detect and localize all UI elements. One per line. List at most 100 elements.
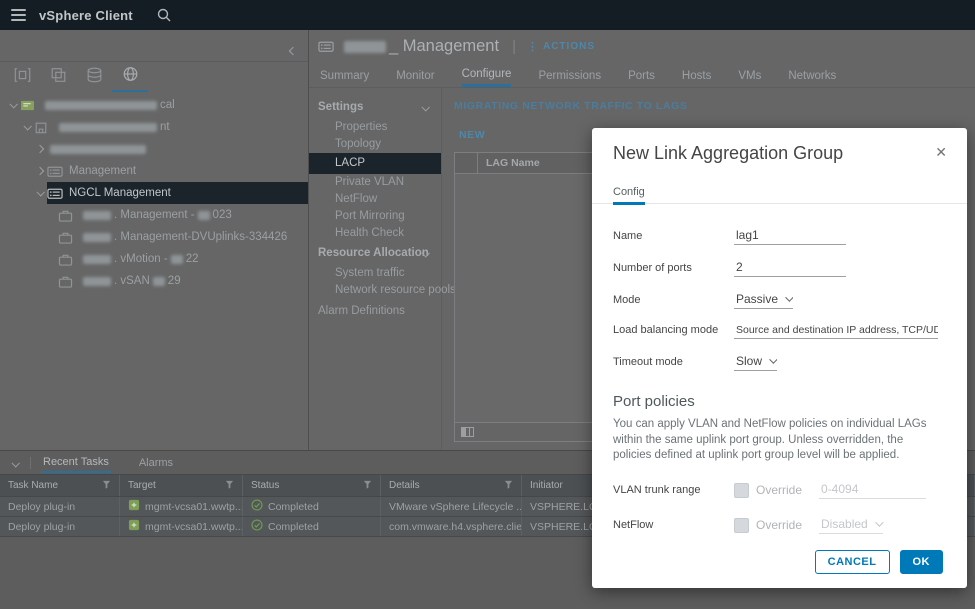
- nav-tab-hosts-and-clusters[interactable]: [4, 62, 40, 92]
- redacted-text: [50, 145, 146, 154]
- name-input[interactable]: lag1: [734, 228, 846, 245]
- override-checkbox[interactable]: [734, 518, 749, 533]
- redacted-text: [59, 123, 157, 132]
- filter-icon[interactable]: [504, 480, 513, 492]
- override-checkbox[interactable]: [734, 483, 749, 498]
- ok-button[interactable]: OK: [900, 550, 944, 574]
- netflow-select[interactable]: Disabled: [819, 517, 883, 534]
- field-label: Load balancing mode: [613, 324, 734, 336]
- dialog-footer: CANCEL OK: [815, 550, 943, 574]
- tab-recent-tasks[interactable]: Recent Tasks: [41, 452, 111, 473]
- chevron-down-icon[interactable]: [6, 102, 20, 108]
- settings-menu-settings[interactable]: Settings: [309, 96, 441, 119]
- settings-menu-topology[interactable]: Topology: [309, 136, 441, 153]
- filter-icon[interactable]: [225, 480, 234, 492]
- collapse-panel-icon[interactable]: [290, 41, 296, 59]
- settings-menu-private-vlan[interactable]: Private VLAN: [309, 174, 441, 191]
- tab-config[interactable]: Config: [613, 186, 645, 205]
- column-header-status[interactable]: Status: [243, 475, 381, 496]
- column-header-target[interactable]: Target: [120, 475, 243, 496]
- redacted-text: [83, 233, 111, 242]
- settings-menu-system-traffic[interactable]: System traffic: [309, 265, 441, 282]
- filter-icon[interactable]: [363, 480, 372, 492]
- tree-item-label: Management: [69, 165, 136, 177]
- lag-name-column-header[interactable]: LAG Name: [478, 153, 540, 173]
- tree-item[interactable]: . vMotion - 22: [0, 248, 308, 270]
- settings-menu-alarm-definitions[interactable]: Alarm Definitions: [309, 303, 441, 320]
- load-balancing-mode-select[interactable]: Source and destination IP address, TCP/U…: [734, 324, 938, 339]
- vms-and-templates-icon: [49, 66, 68, 89]
- migrating-traffic-link[interactable]: MIGRATING NETWORK TRAFFIC TO LAGS: [454, 100, 964, 112]
- tab-hosts[interactable]: Hosts: [682, 63, 711, 87]
- settings-menu-lacp[interactable]: LACP: [309, 153, 441, 174]
- redacted-text: [171, 255, 183, 264]
- tab-permissions[interactable]: Permissions: [538, 63, 601, 87]
- completed-icon: [251, 519, 263, 534]
- column-header-details[interactable]: Details: [381, 475, 522, 496]
- new-lag-dialog: New Link Aggregation Group ✕ Config Name…: [592, 128, 967, 588]
- tab-networks[interactable]: Networks: [788, 63, 836, 87]
- select-all-column[interactable]: [455, 153, 478, 173]
- new-lag-button[interactable]: NEW: [459, 129, 485, 141]
- tab-ports[interactable]: Ports: [628, 63, 655, 87]
- tab-monitor[interactable]: Monitor: [396, 63, 434, 87]
- object-navigator: calntManagementNGCL Management. Manageme…: [0, 30, 309, 450]
- tree-item[interactable]: [0, 138, 308, 160]
- settings-menu-netflow[interactable]: NetFlow: [309, 191, 441, 208]
- tab-alarms[interactable]: Alarms: [137, 453, 175, 472]
- mode-select[interactable]: Passive: [734, 292, 793, 309]
- nav-tab-vms-and-templates[interactable]: [40, 62, 76, 92]
- tree-item[interactable]: . Management-DVUplinks-334426: [0, 226, 308, 248]
- task-cell: Deploy plug-in: [0, 497, 120, 516]
- plugin-icon: [128, 499, 140, 514]
- tree-item[interactable]: . Management - 023: [0, 204, 308, 226]
- hamburger-menu-icon[interactable]: [11, 9, 26, 21]
- chevron-right-icon[interactable]: [33, 146, 47, 152]
- vlan-trunk-range-input[interactable]: 0-4094: [819, 482, 926, 499]
- collapse-pane-icon[interactable]: [12, 454, 18, 472]
- task-cell: VMware vSphere Lifecycle ...: [381, 497, 522, 516]
- tree-item-label: . Management-DVUplinks-334426: [114, 231, 287, 243]
- dialog-field-number-of-ports: Number of ports2: [613, 260, 943, 277]
- chevron-right-icon[interactable]: [33, 168, 47, 174]
- tree-item[interactable]: Management: [0, 160, 308, 182]
- tree-item[interactable]: . vSAN 29: [0, 270, 308, 292]
- storage-icon: [85, 66, 104, 89]
- settings-menu-port-mirroring[interactable]: Port Mirroring: [309, 208, 441, 225]
- field-label: Number of ports: [613, 262, 734, 274]
- search-icon[interactable]: [157, 8, 171, 22]
- actions-button[interactable]: ⋮ ACTIONS: [527, 40, 595, 53]
- object-tabs: Summary Monitor Configure Permissions Ports H…: [309, 63, 975, 88]
- app-title: vSphere Client: [39, 8, 133, 23]
- hosts-and-clusters-icon: [13, 66, 32, 89]
- override-label: Override: [756, 483, 802, 497]
- nav-tab-storage[interactable]: [76, 62, 112, 92]
- close-icon[interactable]: ✕: [935, 143, 947, 161]
- column-header-task-name[interactable]: Task Name: [0, 475, 120, 496]
- dialog-tab-bar: Config: [592, 182, 967, 204]
- filter-icon[interactable]: [102, 480, 111, 492]
- kebab-icon: ⋮: [527, 40, 539, 53]
- field-label: Timeout mode: [613, 356, 734, 368]
- tab-summary[interactable]: Summary: [320, 63, 369, 87]
- number-of-ports-input[interactable]: 2: [734, 260, 846, 277]
- columns-icon[interactable]: [461, 427, 474, 437]
- cancel-button[interactable]: CANCEL: [815, 550, 890, 574]
- settings-menu-properties[interactable]: Properties: [309, 119, 441, 136]
- redacted-text: [45, 101, 157, 110]
- tab-vms[interactable]: VMs: [738, 63, 761, 87]
- settings-menu-network-resource-pools[interactable]: Network resource pools: [309, 282, 441, 299]
- chevron-down-icon[interactable]: [20, 124, 34, 130]
- chevron-down-icon[interactable]: [33, 190, 47, 196]
- tree-item[interactable]: NGCL Management: [0, 182, 308, 204]
- tree-item[interactable]: nt: [0, 116, 308, 138]
- nav-tab-networking[interactable]: [112, 62, 148, 92]
- tree-item-label: . vSAN: [114, 275, 150, 287]
- field-label: Name: [613, 230, 734, 242]
- settings-menu-resource-allocation[interactable]: Resource Allocation: [309, 242, 441, 265]
- timeout-mode-select[interactable]: Slow: [734, 354, 777, 371]
- tab-configure[interactable]: Configure: [462, 63, 512, 87]
- tree-item[interactable]: cal: [0, 94, 308, 116]
- settings-menu-health-check[interactable]: Health Check: [309, 225, 441, 242]
- tree-item-label: 22: [186, 253, 199, 265]
